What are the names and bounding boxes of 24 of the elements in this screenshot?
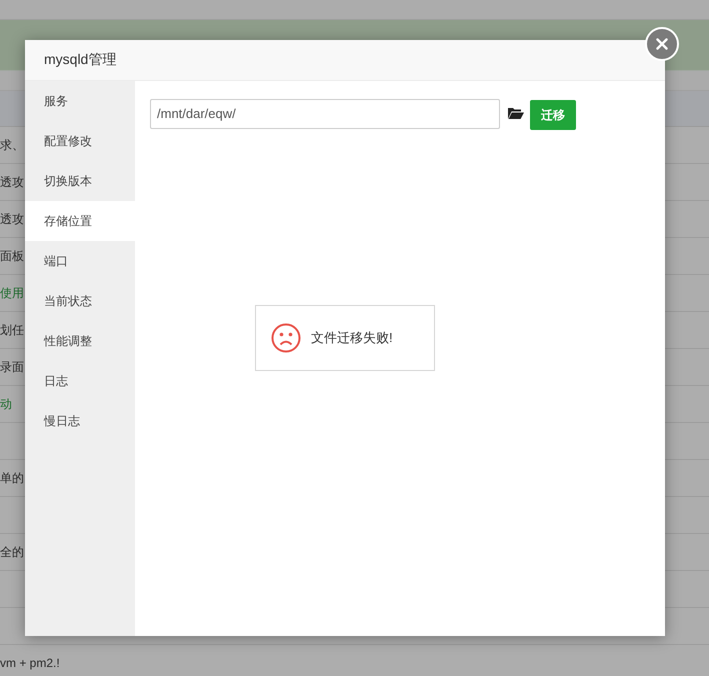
row-text: 录面: [0, 358, 24, 376]
row-text: vm + pm2.!: [0, 656, 60, 670]
row-text: 透攻: [0, 210, 24, 228]
row-text: 全的: [0, 544, 24, 560]
path-field[interactable]: /mnt/dar/eqw/: [150, 98, 500, 128]
row-text: 透攻: [0, 174, 24, 190]
sad-face-icon: [271, 323, 301, 353]
sidebar-item[interactable]: 性能调整: [25, 321, 135, 361]
sidebar-item[interactable]: 切换版本: [25, 161, 135, 201]
sidebar-item[interactable]: 存储位置: [25, 201, 135, 241]
sidebar-item[interactable]: 当前状态: [25, 281, 135, 321]
sidebar-item[interactable]: 配置修改: [25, 121, 135, 161]
row-text: 面板: [0, 248, 24, 264]
row-text: 单的: [0, 470, 24, 486]
dialog-title: mysqld管理: [44, 51, 116, 69]
sidebar-item[interactable]: 服务: [25, 81, 135, 121]
row-text: 求、: [0, 136, 24, 154]
row-text: 划任: [0, 322, 24, 338]
folder-icon[interactable]: [508, 107, 524, 120]
sidebar-item[interactable]: 慢日志: [25, 401, 135, 441]
sidebar-item[interactable]: 日志: [25, 361, 135, 401]
close-icon: [656, 38, 668, 50]
message-text: 文件迁移失败!: [311, 329, 393, 347]
sidebar-item[interactable]: 端口: [25, 241, 135, 281]
